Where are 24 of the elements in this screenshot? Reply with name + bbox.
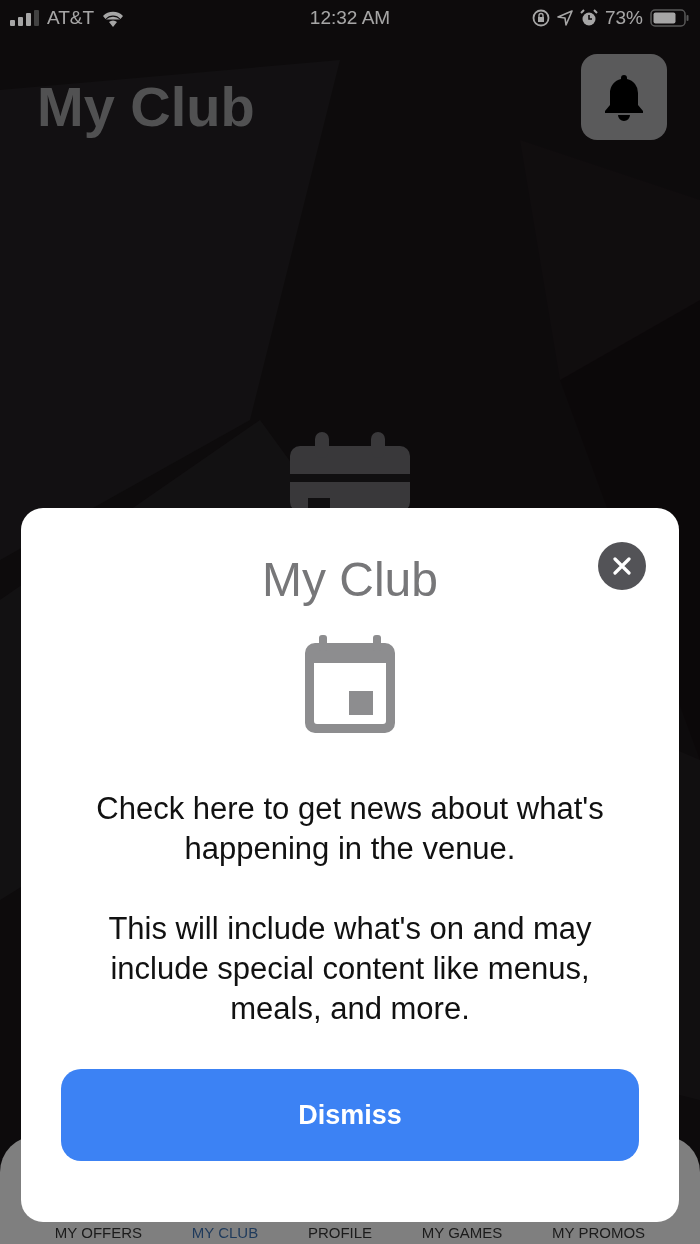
- alarm-icon: [579, 9, 598, 27]
- carrier-name: AT&T: [47, 7, 95, 29]
- battery-percent: 73%: [604, 7, 643, 29]
- close-icon: [613, 557, 631, 575]
- page-title: My Club: [37, 74, 255, 139]
- tab[interactable]: MY PROMOS: [552, 1224, 646, 1241]
- modal-paragraph: This will include what's on and may include special content like menus, meals, and more.: [107, 910, 593, 1028]
- tab[interactable]: MY CLUB: [191, 1224, 259, 1241]
- modal-title: My Club: [261, 552, 438, 607]
- bell-icon: [602, 73, 646, 121]
- signal-icon: [10, 10, 40, 26]
- tab[interactable]: PROFILE: [307, 1224, 373, 1241]
- wifi-icon: [101, 9, 126, 27]
- tab[interactable]: MY GAMES: [421, 1224, 503, 1241]
- location-arrow-icon: [556, 10, 573, 26]
- battery-icon: [650, 9, 690, 27]
- calendar-icon: [305, 635, 395, 733]
- dismiss-button[interactable]: Dismiss: [61, 1069, 639, 1161]
- tab[interactable]: MY OFFERS: [54, 1224, 143, 1241]
- notifications-button[interactable]: [581, 54, 667, 140]
- close-button[interactable]: [598, 542, 646, 590]
- status-time: 12:32 AM: [309, 7, 391, 29]
- rotation-lock-icon: [531, 9, 550, 27]
- modal-paragraph: Check here to get news about what's happening in the venue.: [95, 790, 605, 868]
